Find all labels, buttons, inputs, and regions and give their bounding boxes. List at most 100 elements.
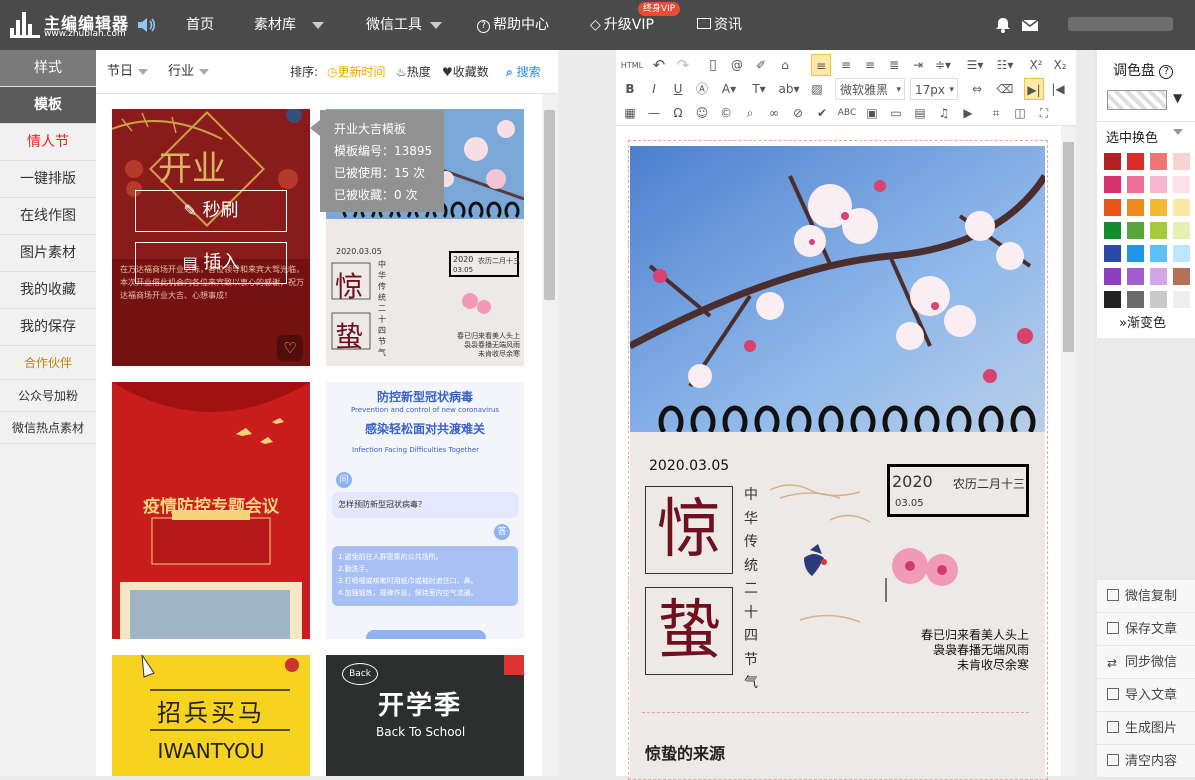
font-color-icon[interactable]: A▾ bbox=[716, 78, 742, 100]
music-icon[interactable]: ♫ bbox=[934, 102, 954, 124]
template-card-epidemic-meeting[interactable]: 疫情防控专题会议 bbox=[112, 382, 310, 639]
sidebar-item-gain-followers[interactable]: 公众号加粉 bbox=[0, 380, 96, 412]
template-card-opening[interactable]: 开业 在万达福商场开业之际，各位领导和来宾大驾光临，本次开业借此机会向各位来宾致… bbox=[112, 109, 310, 366]
font-color-box-icon[interactable]: Ⓐ bbox=[692, 78, 712, 100]
preview-icon[interactable]: ◫ bbox=[1010, 102, 1030, 124]
link-icon[interactable]: ∞ bbox=[764, 102, 784, 124]
format-icon[interactable]: @ bbox=[726, 54, 748, 76]
chevron-down-icon[interactable]: ▼ bbox=[1173, 91, 1182, 105]
favorite-heart-icon[interactable]: ♡ bbox=[277, 335, 303, 361]
color-swatch[interactable] bbox=[1127, 222, 1144, 239]
new-document-icon[interactable]: ▯ bbox=[702, 54, 724, 76]
sidebar-item-valentines[interactable]: 情人节 bbox=[0, 124, 96, 161]
indent-icon[interactable]: ⇥ bbox=[907, 54, 929, 76]
align-right-icon[interactable]: ≡ bbox=[859, 54, 881, 76]
chevron-down-icon[interactable] bbox=[1173, 129, 1183, 135]
quick-apply-button[interactable]: ✎ 秒刷 bbox=[135, 190, 287, 232]
redo-icon[interactable]: ↷ bbox=[672, 54, 694, 76]
nav-upgrade-vip[interactable]: ◇ 升级VIP bbox=[590, 0, 654, 50]
copyright-icon[interactable]: © bbox=[716, 102, 736, 124]
abc-icon[interactable]: ABC bbox=[836, 102, 858, 124]
color-swatch[interactable] bbox=[1127, 176, 1144, 193]
capture-icon[interactable]: ⌗ bbox=[986, 102, 1006, 124]
clear-content-button[interactable]: 清空内容 bbox=[1097, 745, 1195, 778]
user-account[interactable] bbox=[1068, 17, 1173, 31]
color-swatch[interactable] bbox=[1127, 199, 1144, 216]
gradient-toggle[interactable]: »渐变色 bbox=[1119, 312, 1166, 331]
eraser-icon[interactable]: ✐ bbox=[750, 54, 772, 76]
format-painter-icon[interactable]: ⌂ bbox=[774, 54, 796, 76]
color-swatch[interactable] bbox=[1173, 291, 1190, 308]
color-swatch[interactable] bbox=[1127, 291, 1144, 308]
underline-icon[interactable]: U bbox=[668, 78, 688, 100]
sidebar-item-online-drawing[interactable]: 在线作图 bbox=[0, 198, 96, 235]
sidebar-item-templates[interactable]: 模板 bbox=[0, 87, 96, 124]
highlight-icon[interactable]: ab▾ bbox=[776, 78, 802, 100]
align-left-icon[interactable]: ≡ bbox=[811, 54, 831, 76]
video-icon[interactable]: ▶ bbox=[958, 102, 978, 124]
generate-image-button[interactable]: 生成图片 bbox=[1097, 712, 1195, 745]
color-swatch[interactable] bbox=[1104, 268, 1121, 285]
color-swatch[interactable] bbox=[1104, 176, 1121, 193]
color-swatch[interactable] bbox=[1150, 199, 1167, 216]
color-swatch[interactable] bbox=[1173, 245, 1190, 262]
sidebar-item-hot-materials[interactable]: 微信热点素材 bbox=[0, 412, 96, 444]
undo-icon[interactable]: ↶ bbox=[648, 54, 670, 76]
sidebar-item-partners[interactable]: 合作伙伴 bbox=[0, 346, 96, 380]
template-card-school[interactable]: Back 开学季 Back To School bbox=[326, 655, 524, 776]
sort-by-hot[interactable]: ♨热度 bbox=[396, 50, 431, 94]
letter-spacing-icon[interactable]: ⇔ bbox=[966, 78, 988, 100]
color-swatch[interactable] bbox=[1173, 153, 1190, 170]
nav-home[interactable]: 首页 bbox=[186, 0, 214, 50]
sort-by-time[interactable]: ◷更新时间 bbox=[327, 50, 386, 94]
sidebar-item-styles[interactable]: 样式 bbox=[0, 50, 96, 87]
sync-wechat-button[interactable]: ⇄ 同步微信 bbox=[1097, 646, 1195, 679]
search-replace-icon[interactable]: ⌕ bbox=[740, 102, 760, 124]
text-transform-icon[interactable]: T▾ bbox=[746, 78, 772, 100]
subscript-icon[interactable]: X₂ bbox=[1050, 54, 1070, 76]
italic-icon[interactable]: I bbox=[644, 78, 664, 100]
color-swatch[interactable] bbox=[1104, 245, 1121, 262]
color-swatch[interactable] bbox=[1150, 245, 1167, 262]
emoji-icon[interactable]: ☺ bbox=[692, 102, 712, 124]
color-swatch[interactable] bbox=[1104, 291, 1121, 308]
list-icon[interactable]: ☷▾ bbox=[993, 54, 1017, 76]
festival-filter[interactable]: 节日 bbox=[107, 50, 149, 94]
color-swatch[interactable] bbox=[1127, 268, 1144, 285]
search-button[interactable]: ⌕ 搜索 bbox=[506, 50, 541, 94]
editor-scrollbar[interactable] bbox=[1061, 126, 1076, 776]
html-source-button[interactable]: HTML bbox=[620, 55, 644, 77]
industry-filter[interactable]: 行业 bbox=[168, 50, 210, 94]
bold-icon[interactable]: B bbox=[620, 78, 640, 100]
line-height-icon[interactable]: ≑▾ bbox=[931, 54, 955, 76]
color-swatch[interactable] bbox=[1173, 222, 1190, 239]
sidebar-item-one-click-layout[interactable]: 一键排版 bbox=[0, 161, 96, 198]
color-swatch[interactable] bbox=[1150, 222, 1167, 239]
template-card-virus-qa[interactable]: 防控新型冠状病毒 Prevention and control of new c… bbox=[326, 382, 524, 639]
align-justify-icon[interactable]: ≣ bbox=[883, 54, 905, 76]
background-color-icon[interactable]: ▨ bbox=[806, 78, 828, 100]
sort-by-favorites[interactable]: ♥收藏数 bbox=[442, 50, 489, 94]
color-swatch[interactable] bbox=[1104, 153, 1121, 170]
import-article-button[interactable]: 导入文章 bbox=[1097, 679, 1195, 712]
nav-help[interactable]: ? 帮助中心 bbox=[477, 0, 549, 50]
align-center-icon[interactable]: ≡ bbox=[835, 54, 857, 76]
nav-news[interactable]: 资讯 bbox=[697, 0, 742, 50]
table-icon[interactable]: ▦ bbox=[620, 102, 640, 124]
bell-icon[interactable] bbox=[994, 16, 1012, 34]
fullscreen-icon[interactable]: ⛶ bbox=[1034, 102, 1054, 124]
paragraph-spacing-icon[interactable]: ☰▾ bbox=[963, 54, 987, 76]
gallery-scrollbar-thumb[interactable] bbox=[544, 110, 555, 300]
color-swatch[interactable] bbox=[1173, 199, 1190, 216]
nav-materials[interactable]: 素材库 bbox=[254, 0, 324, 50]
color-swatch[interactable] bbox=[1173, 176, 1190, 193]
color-swatch[interactable] bbox=[1150, 268, 1167, 285]
spellcheck-icon[interactable]: ✔ bbox=[812, 102, 832, 124]
help-icon[interactable]: ? bbox=[1159, 65, 1174, 79]
insert-button[interactable]: ▤ 插入 bbox=[135, 242, 287, 284]
sidebar-item-image-materials[interactable]: 图片素材 bbox=[0, 235, 96, 272]
image-icon[interactable]: ▭ bbox=[886, 102, 906, 124]
color-swatch[interactable] bbox=[1150, 176, 1167, 193]
color-swatch[interactable] bbox=[1104, 199, 1121, 216]
color-swatch[interactable] bbox=[1127, 245, 1144, 262]
